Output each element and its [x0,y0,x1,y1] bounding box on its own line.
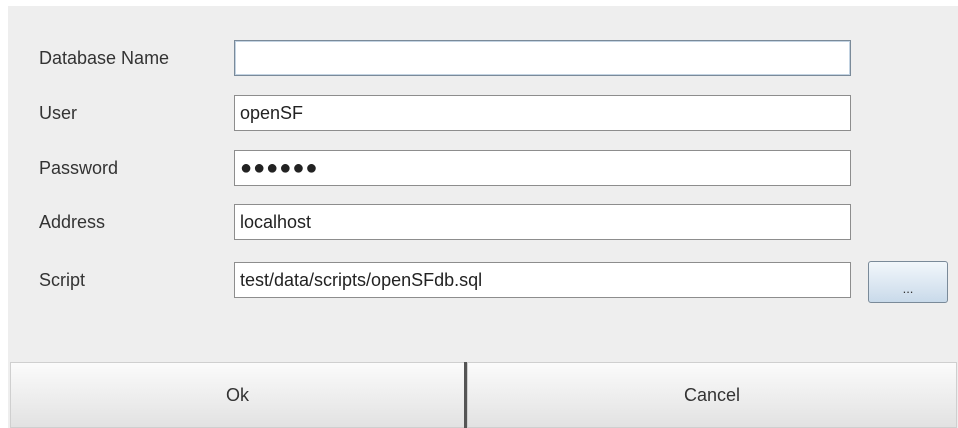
user-label: User [39,103,78,123]
browse-script-button[interactable]: ... [868,261,948,303]
password-label: Password [39,158,119,178]
script-label: Script [39,270,86,290]
database-name-input[interactable] [234,40,851,76]
database-connection-dialog: Database Name User Password Address Scri… [8,6,958,428]
cancel-button[interactable]: Cancel [467,362,957,428]
password-input[interactable] [234,150,851,186]
address-input[interactable] [234,204,851,240]
dialog-button-bar: Ok Cancel [8,362,958,428]
database-name-label: Database Name [39,48,170,68]
address-label: Address [39,212,106,232]
ok-button[interactable]: Ok [10,362,465,428]
browse-button-label: ... [902,280,914,296]
script-input[interactable] [234,262,851,298]
user-input[interactable] [234,95,851,131]
